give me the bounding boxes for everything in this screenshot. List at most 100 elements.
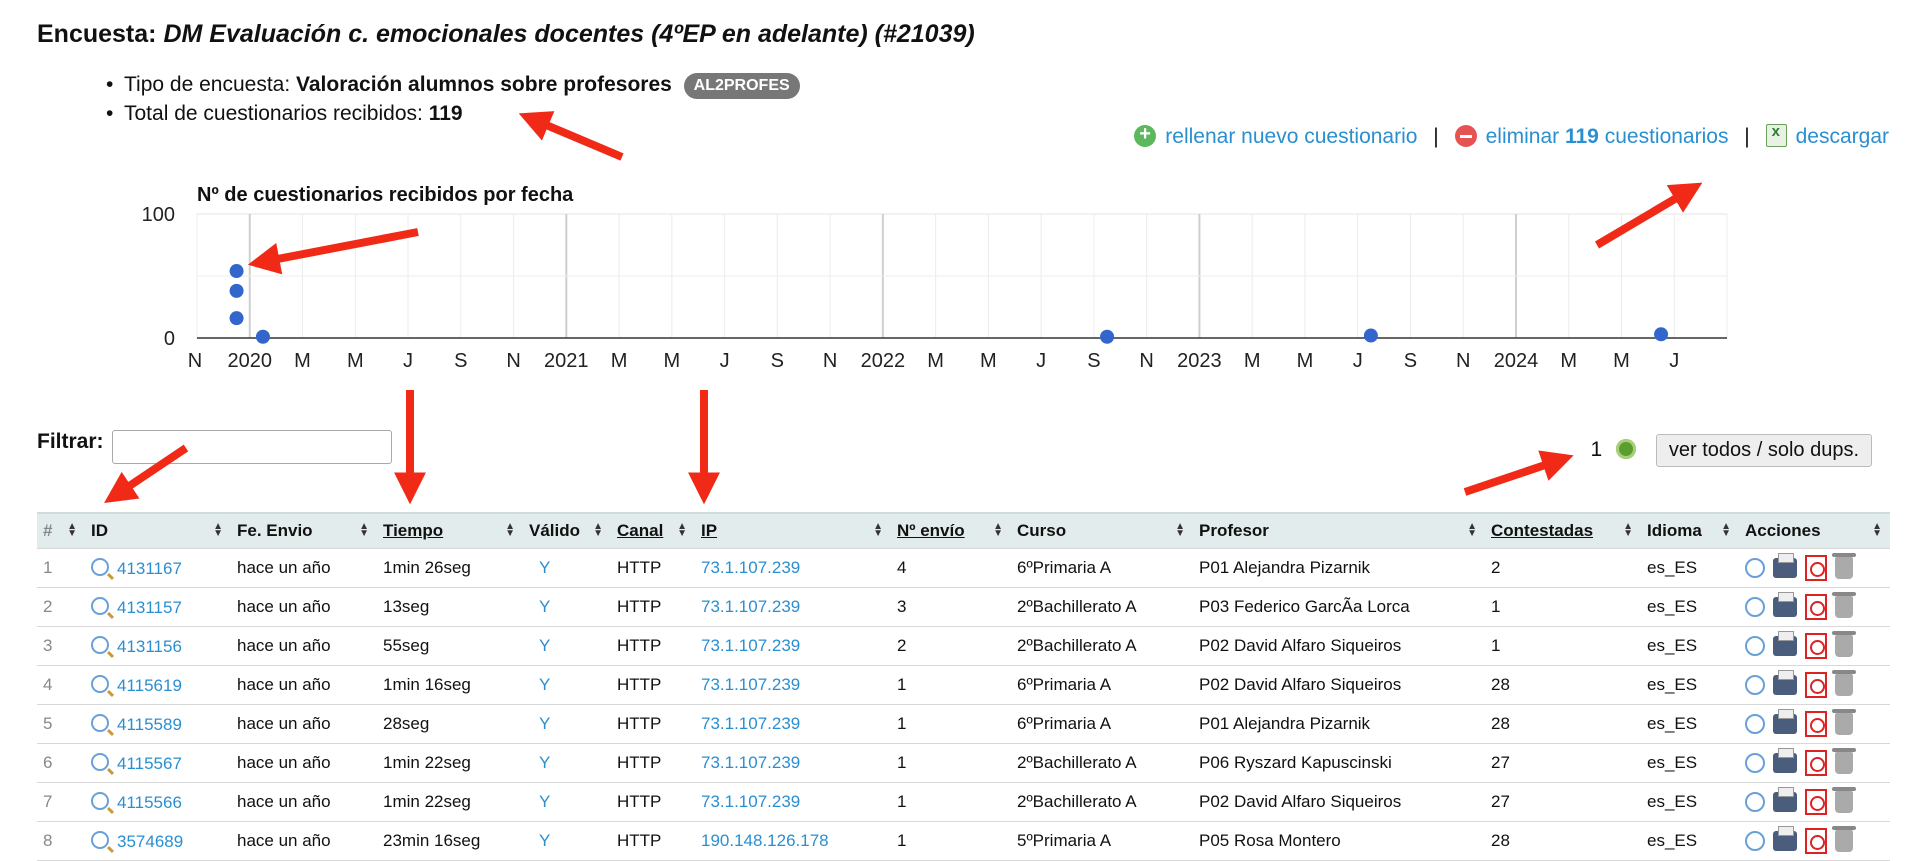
questionnaire-id-link[interactable]: 4115567 [117,754,182,773]
trash-icon[interactable] [1832,592,1856,618]
print-icon[interactable] [1773,592,1797,617]
chart-points [229,264,1669,344]
cell-ip: 73.1.107.239 [695,782,891,822]
ip-link[interactable]: 73.1.107.239 [701,558,800,577]
col-canal[interactable]: Canal ▲ ▼ [611,512,695,549]
download-link[interactable]: descargar [1765,123,1889,148]
col-n-envio[interactable]: Nº envío ▲ ▼ [891,512,1011,549]
divider: | [1744,125,1750,148]
col-tiempo[interactable]: Tiempo ▲ ▼ [377,512,523,549]
canal-value: HTTP [617,753,662,772]
col-contestadas[interactable]: Contestadas ▲ ▼ [1485,512,1641,549]
questionnaire-id-link[interactable]: 4131156 [117,637,182,656]
col-fe-envio[interactable]: Fe. Envio ▲ ▼ [231,512,377,549]
search-icon[interactable] [91,674,109,693]
ip-link[interactable]: 73.1.107.239 [701,792,800,811]
search-icon[interactable] [91,752,109,771]
pdf-icon[interactable] [1805,711,1827,737]
col-idioma[interactable]: Idioma ▲ ▼ [1641,512,1739,549]
col-id[interactable]: ID ▲ ▼ [85,512,231,549]
curso-value: 6ºPrimaria A [1017,714,1112,733]
toggle-duplicates-button[interactable]: ver todos / solo dups. [1655,434,1872,467]
print-icon[interactable] [1773,631,1797,656]
view-icon[interactable] [1745,753,1765,773]
cell-fecha: hace un año [231,587,377,627]
trash-icon[interactable] [1832,787,1856,813]
search-icon[interactable] [91,557,109,576]
questionnaire-id-link[interactable]: 4131157 [117,598,182,617]
cell-id: 4131156 [85,626,231,666]
questionnaire-id-link[interactable]: 4131167 [117,559,182,578]
print-icon[interactable] [1773,826,1797,851]
col-curso[interactable]: Curso ▲ ▼ [1011,512,1193,549]
search-icon[interactable] [91,596,109,615]
col-ip[interactable]: IP ▲ ▼ [695,512,891,549]
view-icon[interactable] [1745,792,1765,812]
idioma-value: es_ES [1647,792,1698,811]
search-icon[interactable] [91,791,109,810]
print-icon[interactable] [1773,670,1797,695]
questionnaire-id-link[interactable]: 4115589 [117,715,182,734]
ip-link[interactable]: 73.1.107.239 [701,753,800,772]
trash-icon[interactable] [1832,631,1856,657]
pdf-icon[interactable] [1805,555,1827,581]
view-icon[interactable] [1745,636,1765,656]
view-icon[interactable] [1745,714,1765,734]
curso-value: 2ºBachillerato A [1017,753,1137,772]
new-questionnaire-link[interactable]: rellenar nuevo cuestionario [1134,123,1423,148]
ip-link[interactable]: 190.148.126.178 [701,831,829,850]
view-icon[interactable] [1745,558,1765,578]
view-icon[interactable] [1745,831,1765,851]
survey-type-row: Tipo de encuesta: Valoración alumnos sob… [124,70,800,99]
cell-fecha: hace un año [231,821,377,861]
pdf-icon[interactable] [1805,594,1827,620]
delete-questionnaires-link[interactable]: eliminar 119 cuestionarios [1454,125,1735,148]
pdf-icon[interactable] [1805,633,1827,659]
x-tick-label: N [506,350,520,372]
ip-link[interactable]: 73.1.107.239 [701,675,800,694]
col-profesor[interactable]: Profesor ▲ ▼ [1193,512,1485,549]
print-icon[interactable] [1773,709,1797,734]
ip-link[interactable]: 73.1.107.239 [701,714,800,733]
cell-envio: 2 [891,626,1011,666]
chart-y-ticks: 100 0 [142,204,175,350]
pdf-icon[interactable] [1805,789,1827,815]
cell-curso: 5ºPrimaria A [1011,821,1193,861]
search-icon[interactable] [91,830,109,849]
col-valido[interactable]: Válido ▲ ▼ [523,512,611,549]
trash-icon[interactable] [1832,709,1856,735]
fecha-value: hace un año [237,831,331,850]
search-icon[interactable] [91,713,109,732]
col-index[interactable]: # ▲ ▼ [37,512,85,549]
data-point [229,311,244,326]
trash-icon[interactable] [1832,826,1856,852]
cell-fecha: hace un año [231,665,377,705]
cell-idioma: es_ES [1641,782,1739,822]
cell-contestadas: 2 [1485,548,1641,588]
print-icon[interactable] [1773,553,1797,578]
ip-link[interactable]: 73.1.107.239 [701,597,800,616]
trash-icon[interactable] [1832,748,1856,774]
ip-link[interactable]: 73.1.107.239 [701,636,800,655]
questionnaire-id-link[interactable]: 3574689 [117,832,183,851]
questionnaire-id-link[interactable]: 4115619 [117,676,182,695]
cell-ip: 190.148.126.178 [695,821,891,861]
view-icon[interactable] [1745,675,1765,695]
trash-icon[interactable] [1832,670,1856,696]
profesor-value: P06 Ryszard Kapuscinski [1199,753,1392,772]
cell-profesor: P06 Ryszard Kapuscinski [1193,743,1485,783]
print-icon[interactable] [1773,748,1797,773]
questionnaire-id-link[interactable]: 4115566 [117,793,182,812]
view-icon[interactable] [1745,597,1765,617]
bug-icon [1616,439,1637,459]
filter-input[interactable] [112,430,392,464]
row-actions [1739,821,1890,861]
print-icon[interactable] [1773,787,1797,812]
trash-icon[interactable] [1832,553,1856,579]
pdf-icon[interactable] [1805,828,1827,854]
col-acciones[interactable]: Acciones ▲ ▼ [1739,512,1890,549]
cell-ip: 73.1.107.239 [695,743,891,783]
pdf-icon[interactable] [1805,750,1827,776]
search-icon[interactable] [91,635,109,654]
pdf-icon[interactable] [1805,672,1827,698]
